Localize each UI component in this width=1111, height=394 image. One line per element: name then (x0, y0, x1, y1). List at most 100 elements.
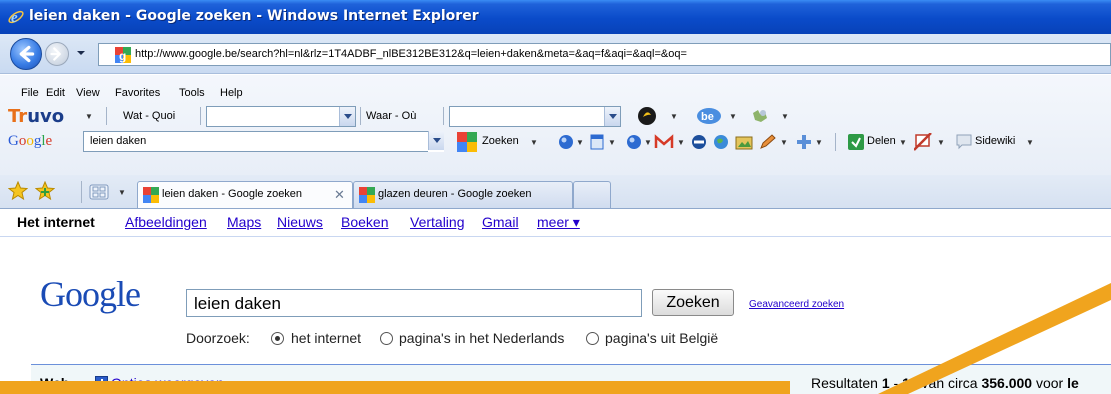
photo-icon[interactable] (735, 134, 753, 150)
chevron-down-icon[interactable]: ▼ (815, 138, 823, 147)
nav-link-more[interactable]: meer ▾ (537, 214, 580, 231)
google-logo[interactable]: Google (40, 273, 141, 315)
results-tab-web: Web (40, 375, 70, 391)
chevron-down-icon[interactable]: ▼ (937, 138, 945, 147)
menu-tools[interactable]: Tools (179, 87, 205, 99)
tab-glazen-deuren[interactable]: glazen deuren - Google zoeken (353, 181, 573, 208)
add-favorites-icon[interactable] (35, 181, 55, 201)
google-toolbar: Google leien daken Zoeken ▼ ▼ ▼ ▼ ▼ ▼ ▼ … (0, 129, 1111, 155)
chevron-down-icon[interactable]: ▼ (670, 112, 678, 121)
nav-link-gmail[interactable]: Gmail (482, 214, 519, 230)
tab-bar: ▼ leien daken - Google zoeken ✕ glazen d… (0, 175, 1111, 209)
earth-icon[interactable] (713, 134, 729, 150)
chevron-down-icon[interactable]: ▼ (644, 138, 652, 147)
plus-icon[interactable] (95, 376, 108, 389)
tab-label: leien daken - Google zoeken (162, 188, 303, 200)
popup-blocker-icon[interactable] (914, 133, 932, 151)
google-search-icon[interactable] (457, 132, 477, 152)
separator (360, 107, 361, 125)
nav-link-books[interactable]: Boeken (341, 214, 388, 230)
google-toolbar-logo[interactable]: Google (8, 133, 52, 150)
share-button[interactable]: Delen (867, 135, 896, 147)
google-results-page: Het internet Afbeeldingen Maps Nieuws Bo… (0, 209, 1111, 394)
results-query: le (1067, 375, 1079, 391)
google-favicon-icon (359, 187, 375, 203)
tab-list-dropdown-icon[interactable]: ▼ (118, 188, 126, 197)
what-combo[interactable] (206, 106, 356, 127)
separator (200, 107, 201, 125)
google-toolbar-search-value: leien daken (90, 135, 147, 147)
chevron-down-icon[interactable]: ▼ (899, 138, 907, 147)
google-toolbar-search-input[interactable]: leien daken (83, 131, 444, 152)
forward-button[interactable] (45, 42, 69, 66)
search-input[interactable]: leien daken (186, 289, 642, 317)
add-button-icon[interactable] (795, 133, 813, 151)
document-icon[interactable] (589, 134, 605, 150)
truvo-logo[interactable]: Truvo (8, 106, 64, 127)
radio-web-label[interactable]: het internet (291, 330, 361, 346)
chevron-down-icon[interactable]: ▼ (781, 112, 789, 121)
chevron-down-icon[interactable]: ▼ (729, 112, 737, 121)
recent-pages-dropdown-icon[interactable] (76, 48, 86, 58)
no-entry-icon[interactable] (691, 134, 707, 150)
pencil-icon[interactable] (759, 134, 777, 150)
nav-link-news[interactable]: Nieuws (277, 214, 323, 230)
be-icon[interactable]: be (696, 107, 722, 125)
menu-file[interactable]: File (21, 87, 39, 99)
svg-text:g: g (119, 49, 126, 63)
radio-dutch-pages[interactable] (380, 332, 393, 345)
back-arrow-icon (19, 45, 35, 63)
sidewiki-button[interactable]: Sidewiki (975, 135, 1015, 147)
back-button[interactable] (10, 38, 42, 70)
truvo-logo-part1: Tr (8, 106, 28, 127)
chevron-down-icon[interactable]: ▼ (530, 138, 538, 147)
nav-link-translate[interactable]: Vertaling (410, 214, 464, 230)
tab-leien-daken[interactable]: leien daken - Google zoeken ✕ (137, 181, 353, 208)
chevron-down-icon[interactable] (339, 107, 355, 126)
share-icon[interactable] (848, 134, 864, 150)
globe-icon[interactable] (626, 134, 642, 150)
chevron-down-icon[interactable]: ▼ (780, 138, 788, 147)
menu-favorites[interactable]: Favorites (115, 87, 160, 99)
favorites-star-icon[interactable] (8, 181, 28, 201)
google-toolbar-search-button[interactable]: Zoeken (482, 135, 519, 147)
chevron-down-icon[interactable] (428, 131, 444, 152)
google-favicon-icon (143, 187, 159, 203)
radio-belgian-pages[interactable] (586, 332, 599, 345)
separator (106, 107, 107, 125)
truvo-go-icon[interactable] (637, 106, 657, 126)
chevron-down-icon[interactable]: ▼ (1026, 138, 1034, 147)
close-tab-icon[interactable]: ✕ (334, 187, 345, 203)
results-range-end: 10 (902, 375, 918, 391)
search-query: leien daken (194, 294, 281, 313)
show-options-link[interactable]: Opties weergeven (111, 375, 224, 391)
address-input[interactable]: g http://www.google.be/search?hl=nl&rlz=… (98, 43, 1111, 66)
where-combo[interactable] (449, 106, 621, 127)
menu-help[interactable]: Help (220, 87, 243, 99)
truvo-logo-part2: uvo (27, 106, 65, 127)
results-total: 356.000 (981, 375, 1033, 391)
truvo-menu-arrow-icon[interactable]: ▼ (85, 112, 93, 121)
sidewiki-icon[interactable] (956, 134, 972, 150)
search-button[interactable]: Zoeken (652, 289, 734, 316)
chevron-down-icon[interactable] (604, 107, 620, 126)
forward-arrow-icon (50, 47, 61, 61)
pagerank-icon[interactable] (558, 134, 574, 150)
menu-view[interactable]: View (76, 87, 100, 99)
chevron-down-icon[interactable]: ▼ (677, 138, 685, 147)
radio-web[interactable] (271, 332, 284, 345)
radio-belgian-pages-label[interactable]: pagina's uit België (605, 330, 718, 346)
nav-link-images[interactable]: Afbeeldingen (125, 214, 207, 230)
chevron-down-icon[interactable]: ▼ (576, 138, 584, 147)
new-tab-button[interactable] (573, 181, 611, 208)
chevron-down-icon[interactable]: ▼ (608, 138, 616, 147)
quick-tabs-icon[interactable] (89, 184, 109, 200)
google-favicon-icon: g (115, 47, 131, 63)
svg-text:be: be (701, 111, 714, 123)
nav-link-maps[interactable]: Maps (227, 214, 261, 230)
advanced-search-link[interactable]: Geavanceerd zoeken (749, 299, 844, 310)
gmail-icon[interactable] (654, 134, 674, 150)
menu-edit[interactable]: Edit (46, 87, 65, 99)
radio-dutch-pages-label[interactable]: pagina's in het Nederlands (399, 330, 564, 346)
puzzle-icon[interactable] (750, 107, 770, 125)
